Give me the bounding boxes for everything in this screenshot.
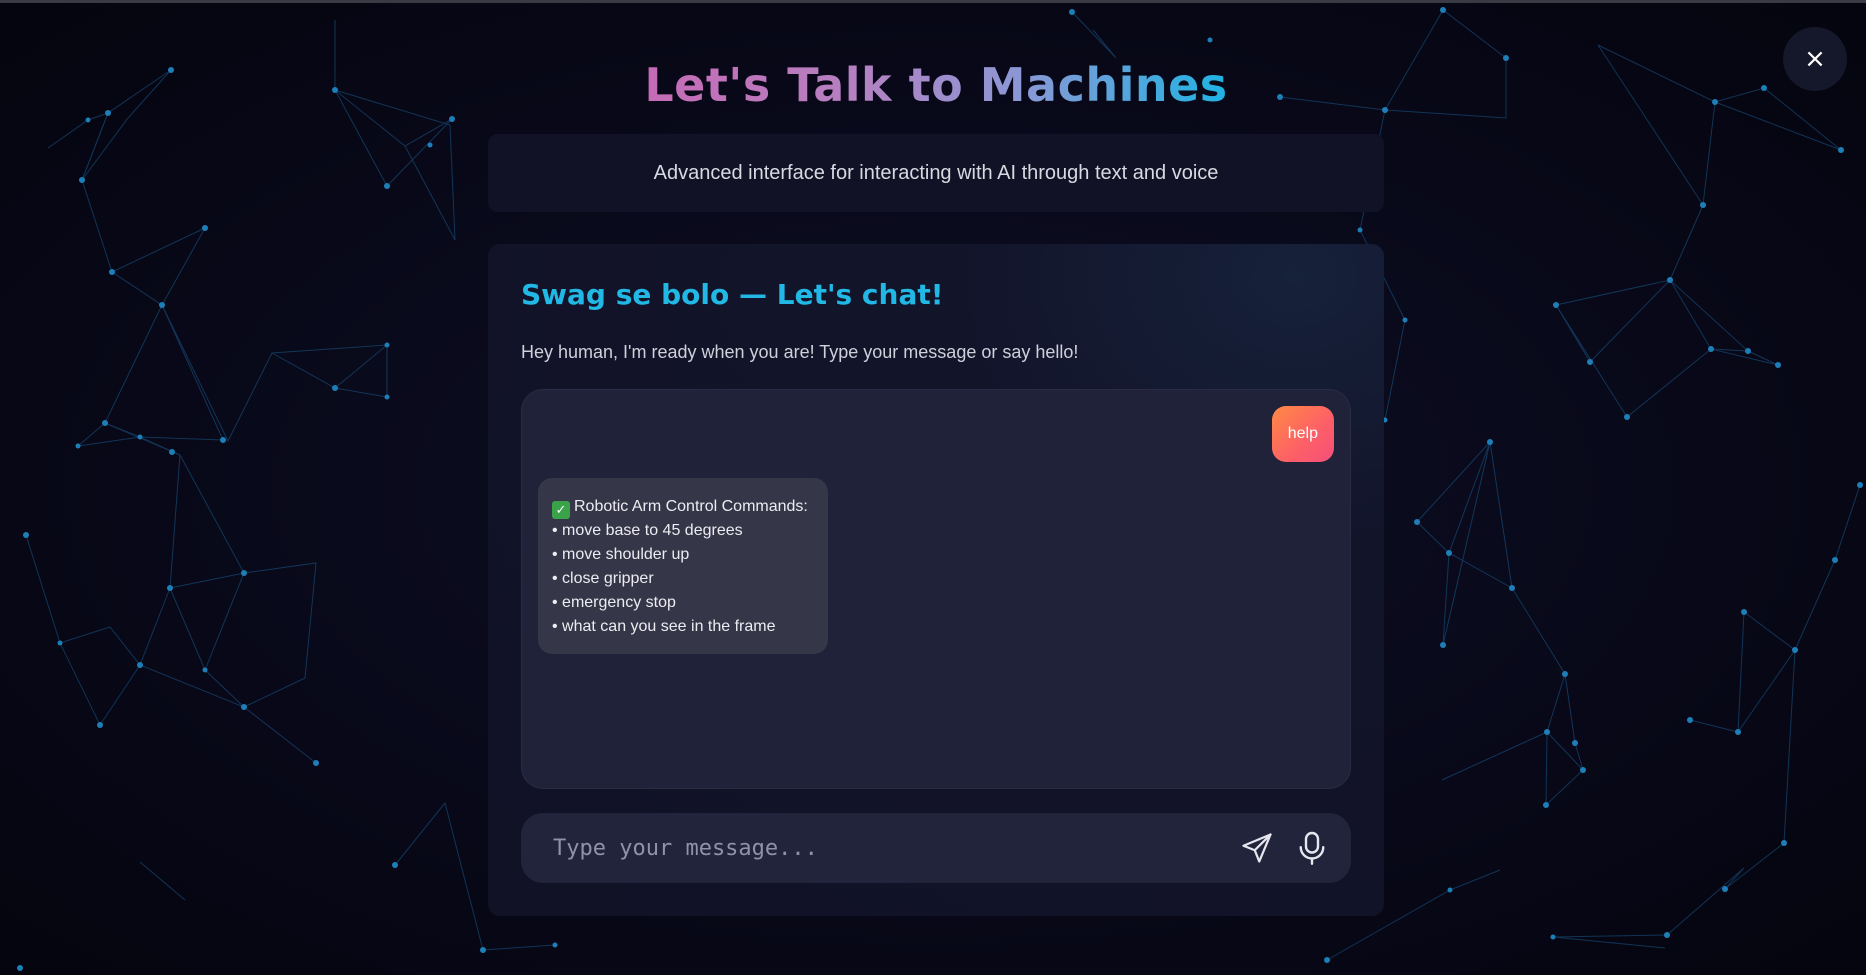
user-message-text: help: [1287, 425, 1318, 442]
bot-message-line: • move shoulder up: [552, 546, 690, 563]
microphone-icon: [1299, 831, 1325, 865]
chat-heading: Swag se bolo — Let's chat!: [521, 278, 944, 311]
send-icon: [1242, 833, 1272, 863]
bot-message-line: • move base to 45 degrees: [552, 522, 743, 539]
bot-message-line: • what can you see in the frame: [552, 618, 776, 635]
microphone-button[interactable]: [1297, 830, 1327, 866]
bot-message-line: • close gripper: [552, 570, 654, 587]
subtitle-banner: Advanced interface for interacting with …: [488, 134, 1384, 212]
chat-history[interactable]: help ✓ Robotic Arm Control Commands: • mo…: [521, 389, 1351, 789]
bot-message-line: • emergency stop: [552, 594, 676, 611]
bot-message-bubble: ✓ Robotic Arm Control Commands: • move ba…: [538, 478, 828, 654]
page-title-text: Let's Talk to Machines: [644, 58, 1228, 112]
user-message-bubble: help: [1271, 406, 1334, 462]
bot-message-title-row: ✓ Robotic Arm Control Commands:: [552, 495, 814, 519]
chat-intro: Hey human, I'm ready when you are! Type …: [521, 342, 1079, 362]
bot-message-title: Robotic Arm Control Commands:: [574, 498, 808, 515]
page-title: Let's Talk to Machines: [0, 58, 1866, 112]
message-composer: [521, 813, 1351, 883]
send-button[interactable]: [1239, 830, 1275, 866]
chat-card: Swag se bolo — Let's chat! Hey human, I'…: [488, 244, 1384, 916]
page: × Let's Talk to Machines Advanced interf…: [0, 0, 1866, 975]
check-mark-icon: ✓: [552, 501, 570, 519]
subtitle-text: Advanced interface for interacting with …: [653, 161, 1219, 184]
message-input[interactable]: [553, 813, 1233, 883]
